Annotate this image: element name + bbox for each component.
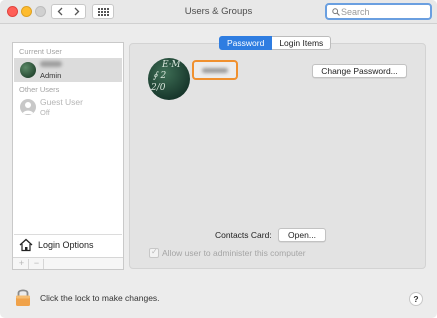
user-role: Admin — [40, 71, 62, 80]
title-bar: Users & Groups — [0, 0, 437, 24]
other-users-section-label: Other Users — [19, 85, 60, 94]
user-full-name-field[interactable] — [192, 60, 238, 80]
tab-login-items[interactable]: Login Items — [272, 36, 332, 50]
checkmark-icon: ✓ — [151, 247, 158, 256]
guest-user-name: Guest User — [40, 97, 83, 107]
user-avatar — [20, 62, 36, 78]
login-options-label: Login Options — [38, 240, 94, 250]
blurred-user-name — [40, 61, 62, 67]
search-field[interactable] — [325, 3, 432, 20]
users-groups-window: Users & Groups Current User Admin Other … — [0, 0, 437, 318]
user-row-guest[interactable]: Guest User Off — [14, 95, 122, 119]
users-sidebar: Current User Admin Other Users Guest Use… — [12, 42, 124, 270]
allow-admin-checkbox[interactable]: ✓ — [149, 247, 159, 258]
remove-user-button[interactable]: − — [30, 259, 44, 269]
guest-user-status: Off — [40, 108, 50, 117]
change-password-button[interactable]: Change Password... — [312, 64, 407, 78]
search-input[interactable] — [341, 6, 427, 18]
current-user-section-label: Current User — [19, 47, 62, 56]
contacts-card-label: Contacts Card: — [215, 230, 272, 240]
user-row-current[interactable]: Admin — [14, 58, 122, 82]
help-button[interactable]: ? — [409, 292, 423, 306]
tab-password[interactable]: Password — [219, 36, 273, 50]
blurred-full-name — [202, 68, 228, 73]
person-icon — [22, 102, 34, 114]
open-contacts-card-button[interactable]: Open... — [278, 228, 326, 242]
guest-avatar — [20, 99, 36, 115]
house-icon — [19, 238, 33, 252]
allow-admin-label: Allow user to administer this computer — [162, 248, 306, 258]
search-icon — [332, 8, 340, 16]
add-user-button[interactable]: + — [15, 259, 29, 269]
sidebar-footer: + − — [13, 257, 123, 269]
user-picture[interactable]: E·M ∮ 2 2/0 — [148, 58, 190, 100]
lock-icon[interactable] — [14, 287, 32, 307]
lock-instruction-text: Click the lock to make changes. — [40, 293, 160, 303]
login-options-item[interactable]: Login Options — [14, 234, 122, 256]
tab-bar: Password Login Items — [219, 36, 332, 50]
